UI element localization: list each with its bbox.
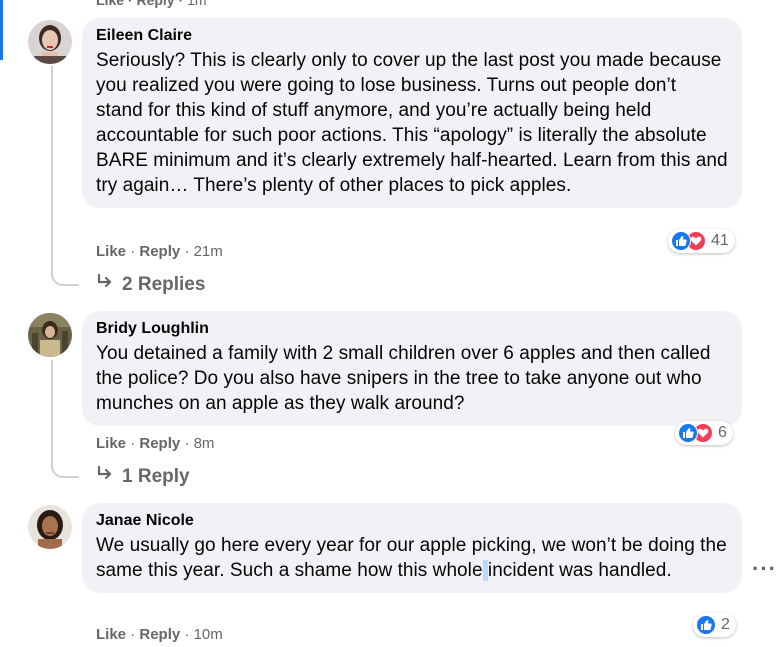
comment-actions: Like · Reply · 21m [96,243,223,260]
avatar[interactable] [28,505,72,549]
comment-author[interactable]: Eileen Claire [96,26,728,46]
comment-author[interactable]: Janae Nicole [96,511,728,531]
comment-actions: Like · Reply · 10m [96,626,223,643]
thread-accent-bar [0,0,3,60]
like-link[interactable]: Like [96,435,126,452]
reply-link[interactable]: Reply [139,626,180,643]
comment-text: Seriously? This is clearly only to cover… [96,50,728,196]
reaction-count: 2 [721,616,730,633]
reply-link[interactable]: Reply [139,243,180,260]
comment-bubble: Bridy Loughlin You detained a family wit… [82,311,742,426]
reply-connector [51,270,79,286]
reaction-summary[interactable]: 41 [668,229,735,253]
view-replies-link[interactable]: 2 Replies [96,273,205,296]
thread-connector [51,360,53,466]
reply-arrow-icon [96,273,114,296]
comment-text: We usually go here every year for our ap… [96,535,727,581]
like-reaction-icon [696,615,716,635]
comment-timestamp: 21m [193,243,223,260]
reply-link[interactable]: Reply [139,435,180,452]
reaction-summary[interactable]: 6 [675,421,733,445]
avatar[interactable] [28,313,72,357]
reaction-summary[interactable]: 2 [693,613,736,637]
comment-bubble: Eileen Claire Seriously? This is clearly… [82,18,742,208]
view-replies-link[interactable]: 1 Reply [96,465,190,488]
comment-timestamp: 10m [193,626,223,643]
comment-author[interactable]: Bridy Loughlin [96,319,728,339]
like-link[interactable]: Like [96,243,126,260]
comment-bubble: Janae Nicole We usually go here every ye… [82,503,742,593]
thread-connector [51,66,53,274]
like-reaction-icon [671,231,691,251]
comment-actions: Like · Reply · 8m [96,435,215,452]
comment-timestamp: 1m [187,0,207,8]
avatar[interactable] [28,20,72,64]
like-link[interactable]: Like [96,0,124,8]
comment-timestamp: 8m [193,435,215,452]
reply-arrow-icon [96,465,114,488]
comment-text: You detained a family with 2 small child… [96,343,711,414]
like-link[interactable]: Like [96,626,126,643]
reaction-count: 6 [718,424,727,441]
reply-link[interactable]: Reply [136,0,174,8]
previous-comment-actions: Like · Reply · 1m [96,0,207,8]
reaction-count: 41 [711,232,729,249]
like-reaction-icon [678,423,698,443]
more-options-icon[interactable]: ··· [752,556,777,582]
reply-connector [51,462,79,478]
